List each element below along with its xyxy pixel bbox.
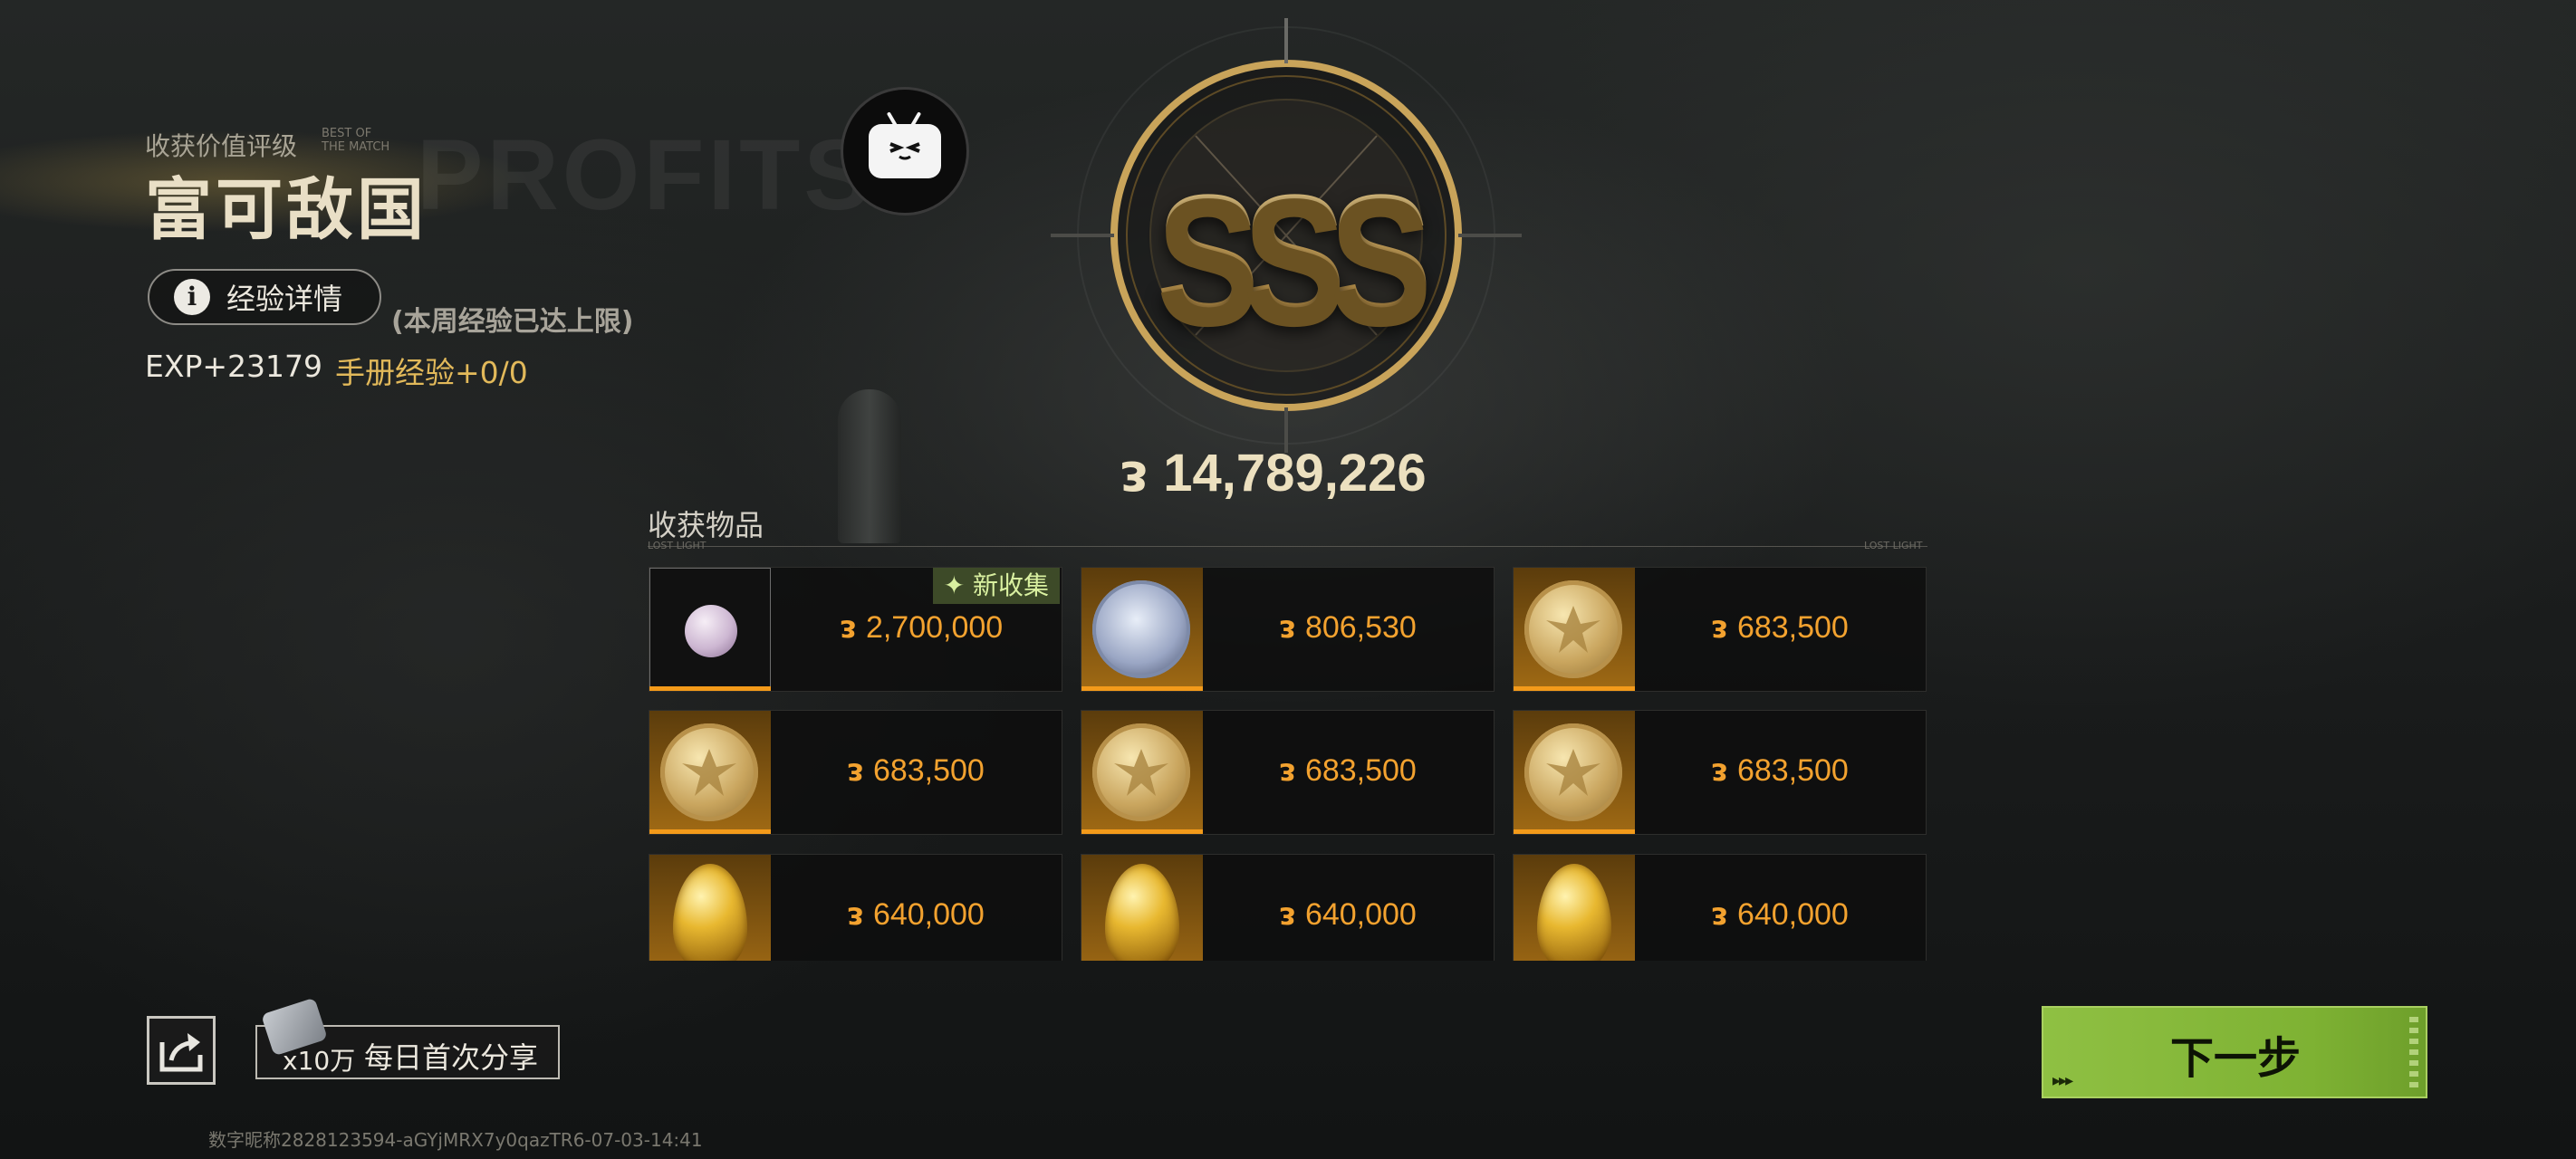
tv-mascot-icon <box>869 124 941 178</box>
item-price: ᴈ 640,000 <box>847 896 985 933</box>
item-price: ᴈ 683,500 <box>1711 609 1849 646</box>
manual-exp: 手册经验+0/0 <box>335 355 528 390</box>
reward-text: 每日首次分享 <box>364 1040 539 1075</box>
total-value-amount: 14,789,226 <box>1163 443 1427 503</box>
gold-coin-icon <box>660 723 758 821</box>
item-price: ᴈ 2,700,000 <box>840 609 1004 646</box>
item-rarity-bar <box>1514 829 1635 834</box>
pebble-icon <box>685 605 737 657</box>
background-bullet <box>838 389 901 543</box>
share-icon <box>159 1033 203 1072</box>
item-card[interactable]: ᴈ 683,500 <box>649 710 1062 835</box>
currency-icon: ᴈ <box>847 752 864 789</box>
arrows-icon: ▸▸▸ <box>2052 1071 2073 1090</box>
item-thumb <box>649 855 771 961</box>
daily-share-reward[interactable]: x10万 每日首次分享 <box>255 997 560 1079</box>
grade-badge: SSS <box>1051 18 1522 453</box>
currency-icon: ᴈ <box>1279 896 1296 933</box>
new-collection-tag: ✦ 新收集 <box>932 568 1060 604</box>
player-id-footer: 数字昵称2828123594-aGYjMRX7y0qazTR6-07-03-14… <box>208 1129 703 1151</box>
item-thumb <box>649 568 771 691</box>
currency-icon: ᴈ <box>847 896 864 933</box>
item-rarity-bar <box>649 829 771 834</box>
divider-label-right: LOST LIGHT <box>1864 540 1923 551</box>
exp-details-label: 经验详情 <box>226 282 343 316</box>
background-word: PROFITS <box>417 120 874 231</box>
currency-icon: ᴈ <box>1120 442 1149 503</box>
divider-label-left: LOST LIGHT <box>648 540 706 551</box>
item-card[interactable]: ᴈ 640,000 <box>1081 854 1495 961</box>
next-step-button[interactable]: 下一步 ▸▸▸ <box>2042 1006 2427 1098</box>
item-thumb <box>1514 711 1635 834</box>
item-rarity-bar <box>1081 829 1203 834</box>
item-card[interactable]: ᴈ 640,000 <box>649 854 1062 961</box>
item-thumb <box>1514 568 1635 691</box>
next-step-label: 下一步 <box>2170 1033 2302 1084</box>
golden-egg-icon <box>1105 864 1179 961</box>
item-card[interactable]: ᴈ 640,000 <box>1513 854 1927 961</box>
item-thumb <box>1514 855 1635 961</box>
item-price: ᴈ 683,500 <box>1711 752 1849 789</box>
item-card[interactable]: ᴈ 683,500 <box>1513 710 1927 835</box>
info-icon: i <box>174 279 210 315</box>
item-card[interactable]: ✦ 新收集 ᴈ 2,700,000 <box>649 567 1062 692</box>
stripe-decoration <box>2409 1017 2418 1091</box>
item-card[interactable]: ᴈ 806,530 <box>1081 567 1495 692</box>
golden-egg-icon <box>673 864 747 961</box>
currency-icon: ᴈ <box>1711 752 1728 789</box>
exp-value: EXP+23179 <box>145 349 322 384</box>
currency-icon: ᴈ <box>1711 896 1728 933</box>
portrait-coin-icon <box>1092 580 1190 678</box>
item-price: ᴈ 640,000 <box>1711 896 1849 933</box>
rating-title: 富可敌国 <box>145 171 428 249</box>
item-price: ᴈ 683,500 <box>1279 752 1417 789</box>
item-rarity-bar <box>1514 686 1635 691</box>
reward-quantity: x10万 <box>283 1046 356 1076</box>
golden-egg-icon <box>1537 864 1611 961</box>
item-price: ᴈ 683,500 <box>847 752 985 789</box>
item-price: ᴈ 806,530 <box>1279 609 1417 646</box>
currency-icon: ᴈ <box>1279 752 1296 789</box>
items-title: 收获物品 <box>648 508 764 542</box>
rating-deco: BEST OF THE MATCH <box>322 127 390 154</box>
item-rarity-bar <box>649 686 771 691</box>
item-rarity-bar <box>1081 686 1203 691</box>
currency-icon: ᴈ <box>1279 609 1296 646</box>
exp-limit-note: (本周经验已达上限) <box>391 306 634 338</box>
item-thumb <box>649 711 771 834</box>
item-card[interactable]: ᴈ 683,500 <box>1081 710 1495 835</box>
total-value: ᴈ 14,789,226 <box>1120 442 1427 503</box>
item-thumb <box>1081 568 1203 691</box>
currency-icon: ᴈ <box>840 609 857 646</box>
items-divider <box>648 546 1927 547</box>
item-thumb <box>1081 855 1203 961</box>
share-button[interactable] <box>147 1016 216 1085</box>
gold-coin-icon <box>1524 580 1622 678</box>
item-thumb <box>1081 711 1203 834</box>
currency-icon: ᴈ <box>1711 609 1728 646</box>
item-card[interactable]: ᴈ 683,500 <box>1513 567 1927 692</box>
grade-text: SSS <box>1051 154 1522 363</box>
gold-coin-icon <box>1092 723 1190 821</box>
items-grid: ✦ 新收集 ᴈ 2,700,000 ᴈ 806,530 ᴈ 683,500 ᴈ 683,… <box>649 567 1927 961</box>
gold-coin-icon <box>1524 723 1622 821</box>
item-price: ᴈ 640,000 <box>1279 896 1417 933</box>
exp-details-button[interactable]: i 经验详情 <box>148 269 381 325</box>
player-avatar[interactable] <box>841 87 969 216</box>
